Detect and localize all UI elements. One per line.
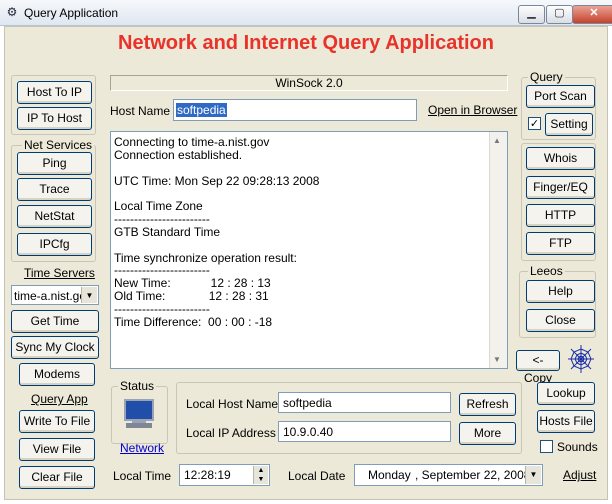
ip-to-host-button[interactable]: IP To Host	[17, 107, 92, 130]
port-scan-button[interactable]: Port Scan	[526, 85, 595, 108]
netstat-button[interactable]: NetStat	[17, 205, 92, 228]
window-title: Query Application	[24, 6, 119, 20]
local-date-picker[interactable]: Monday , September 22, 2008 ▼	[354, 464, 543, 486]
leeos-label: Leeos	[528, 264, 565, 278]
local-date-label: Local Date	[288, 469, 346, 483]
page-title: Network and Internet Query Application	[118, 32, 494, 54]
host-to-ip-button[interactable]: Host To IP	[17, 81, 92, 104]
setting-button[interactable]: Setting	[545, 113, 593, 136]
query-label: Query	[528, 70, 565, 84]
local-ip-label: Local IP Address	[186, 426, 276, 440]
time-server-select[interactable]: time-a.nist.gov ▼	[11, 285, 99, 305]
time-servers-link[interactable]: Time Servers	[24, 266, 95, 280]
sync-my-clock-button[interactable]: Sync My Clock	[11, 336, 99, 359]
scroll-up-icon[interactable]: ▲	[493, 136, 501, 145]
app-icon: ⚙	[6, 5, 18, 19]
time-spinner[interactable]: ▲ ▼	[253, 466, 268, 484]
output-textarea[interactable]: Connecting to time-a.nist.gov Connection…	[110, 131, 508, 369]
help-button[interactable]: Help	[526, 280, 595, 303]
output-text: Connecting to time-a.nist.gov Connection…	[114, 135, 320, 329]
local-time-value: 12:28:19	[184, 468, 231, 482]
host-name-value: softpedia	[176, 103, 227, 117]
local-time-label: Local Time	[113, 469, 172, 483]
local-host-name-value: softpedia	[283, 396, 332, 410]
finger-eq-button[interactable]: Finger/EQ	[526, 176, 595, 199]
local-ip-value: 10.9.0.40	[283, 425, 334, 439]
host-name-input[interactable]: softpedia	[173, 99, 417, 121]
query-app-link[interactable]: Query App	[31, 392, 88, 406]
clear-file-button[interactable]: Clear File	[19, 466, 95, 489]
more-button[interactable]: More	[459, 422, 516, 445]
network-link[interactable]: Network	[120, 441, 164, 455]
close-window-button[interactable]: ✕	[572, 5, 612, 24]
hosts-file-button[interactable]: Hosts File	[537, 410, 595, 433]
refresh-button[interactable]: Refresh	[459, 393, 516, 416]
whois-button[interactable]: Whois	[526, 147, 595, 170]
ipcfg-button[interactable]: IPCfg	[17, 233, 92, 256]
status-label: Status	[118, 379, 157, 393]
chevron-down-icon[interactable]: ▼	[525, 466, 541, 484]
chevron-down-icon[interactable]: ▼	[81, 287, 97, 303]
close-button[interactable]: Close	[526, 309, 595, 332]
local-date-value: , September 22, 2008	[415, 468, 531, 482]
local-host-name-field[interactable]: softpedia	[278, 392, 451, 413]
local-host-name-label: Local Host Name	[186, 397, 279, 411]
sounds-checkbox[interactable]	[540, 440, 553, 453]
write-to-file-button[interactable]: Write To File	[19, 410, 95, 433]
network-computer-icon	[122, 397, 158, 429]
modems-button[interactable]: Modems	[19, 363, 95, 386]
scroll-down-icon[interactable]: ▼	[493, 355, 501, 364]
ping-button[interactable]: Ping	[17, 152, 92, 175]
get-time-button[interactable]: Get Time	[11, 310, 99, 333]
output-scrollbar[interactable]: ▲ ▼	[489, 132, 507, 368]
local-date-day: Monday	[368, 468, 411, 482]
adjust-link[interactable]: Adjust	[563, 468, 596, 482]
spider-web-icon[interactable]	[566, 343, 596, 375]
net-services-label: Net Services	[22, 138, 95, 152]
setting-checkbox[interactable]: ✓	[528, 117, 541, 130]
copy-button[interactable]: <- Copy	[516, 350, 560, 385]
view-file-button[interactable]: View File	[19, 438, 95, 461]
title-bar[interactable]: ⚙ Query Application ▁ ▢ ✕	[0, 0, 612, 26]
sounds-label: Sounds	[557, 440, 598, 454]
ftp-button[interactable]: FTP	[526, 232, 595, 255]
winsock-status: WinSock 2.0	[110, 75, 508, 91]
open-in-browser-link[interactable]: Open in Browser	[428, 103, 517, 117]
lookup-button[interactable]: Lookup	[537, 382, 595, 405]
maximize-button[interactable]: ▢	[546, 5, 573, 24]
host-name-label: Host Name	[110, 104, 171, 118]
local-time-field[interactable]: 12:28:19 ▲ ▼	[179, 464, 270, 486]
minimize-button[interactable]: ▁	[518, 5, 545, 24]
http-button[interactable]: HTTP	[526, 204, 595, 227]
local-ip-field[interactable]: 10.9.0.40	[278, 421, 451, 442]
trace-button[interactable]: Trace	[17, 178, 92, 201]
